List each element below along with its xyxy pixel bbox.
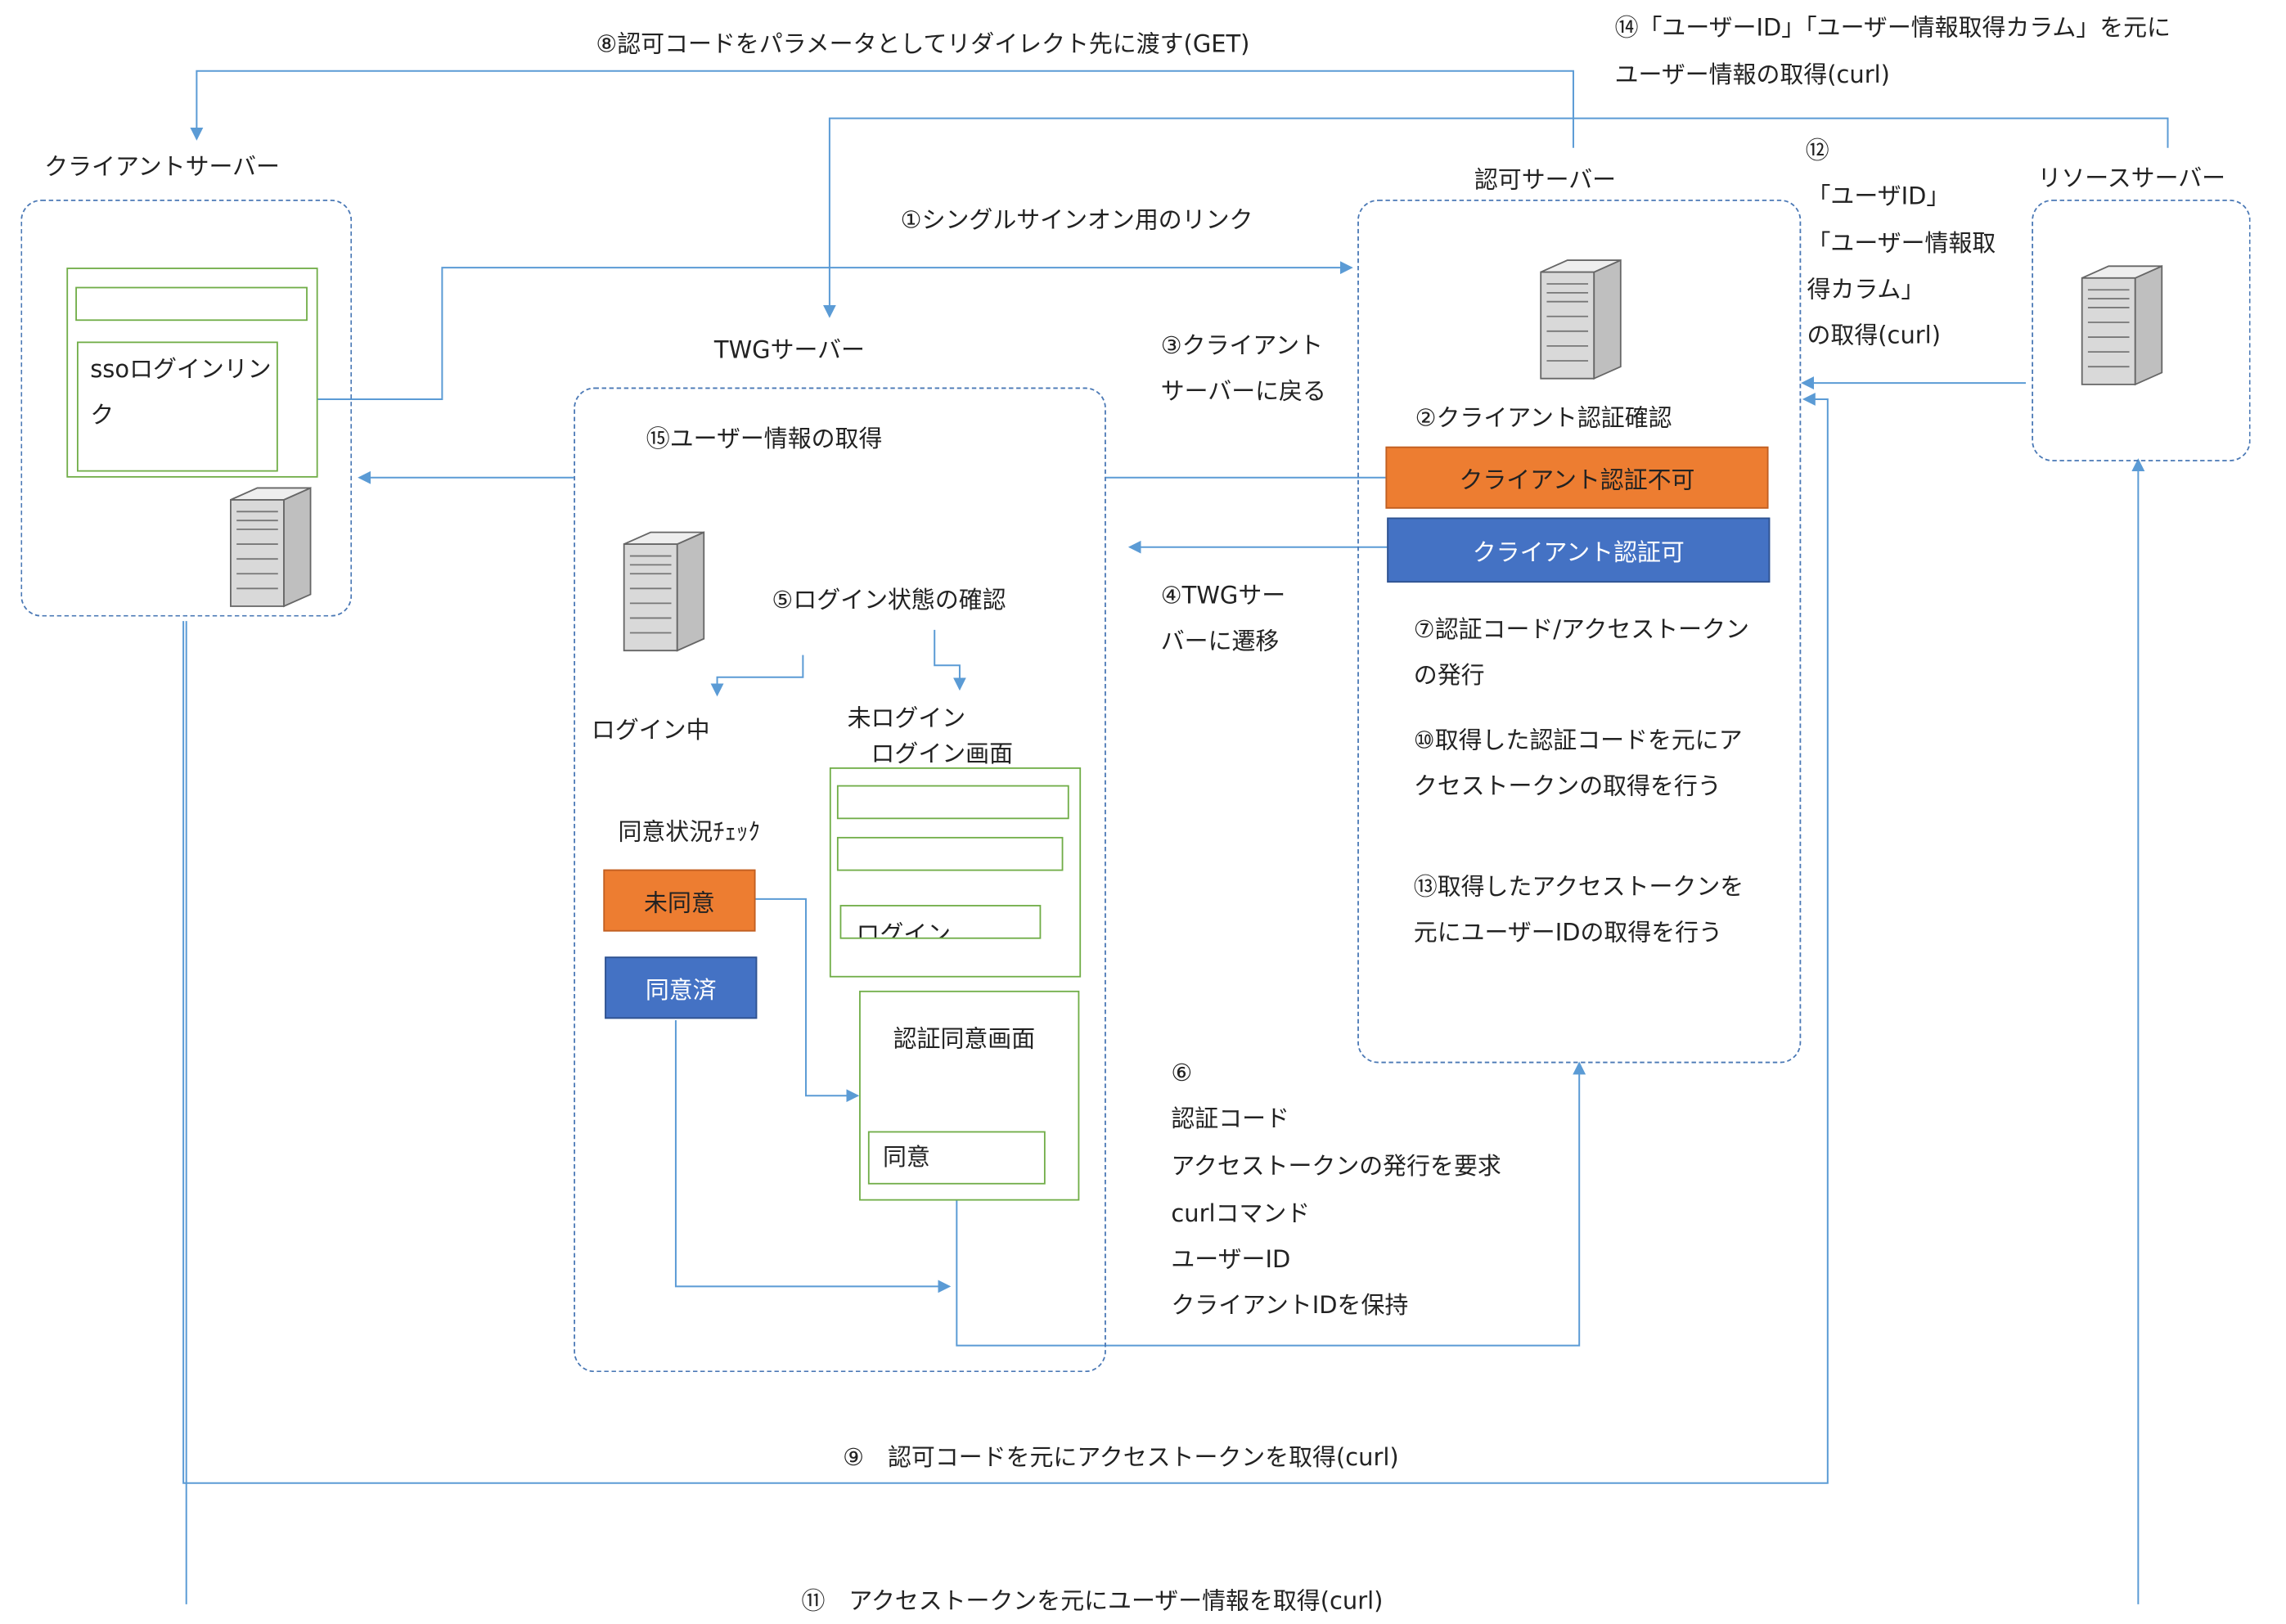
consent-check-label: 同意状況ﾁｪｯｸ [618, 817, 760, 846]
consented-box: 同意済 [605, 956, 758, 1019]
step12-line1: 「ユーザID」 [1807, 182, 1951, 210]
step3-label: ③クライアントサーバーに戻る [1160, 331, 1326, 406]
sso-flow-diagram: クライアントサーバー ssoログインリンク TWGサーバー ⑮ユーザー情報の取得… [0, 0, 2286, 1624]
login-button[interactable]: ログイン [839, 905, 1042, 939]
client-ui-input[interactable] [75, 286, 308, 322]
agree-button-label: 同意 [882, 1143, 930, 1172]
sso-login-link[interactable]: ssoログインリンク [90, 346, 273, 439]
client-server-title: クライアントサーバー [44, 152, 280, 181]
step12-line2: 「ユーザー情報取 [1807, 229, 1996, 258]
logged-in-label: ログイン中 [591, 715, 710, 745]
step2-label: ②クライアント認証確認 [1415, 403, 1672, 432]
step12-number: ⑫ [1805, 136, 1829, 164]
step13-label: ⑬取得したアクセストークンを元にユーザーIDの取得を行う [1413, 872, 1744, 947]
agree-button[interactable]: 同意 [867, 1131, 1046, 1185]
server-icon [1540, 259, 1622, 380]
login-button-label: ログイン [856, 920, 952, 939]
step15-label: ⑮ユーザー情報の取得 [646, 424, 883, 453]
step12-line4: の取得(curl) [1807, 321, 1941, 349]
step14-label-line1: ⑭「ユーザーID」「ユーザー情報取得カラム」を元に [1614, 13, 2171, 42]
step14-label-line2: ユーザー情報の取得(curl) [1614, 61, 1890, 89]
not-consented-box: 未同意 [603, 869, 756, 932]
step9-label: ⑨ 認可コードを元にアクセストークンを取得(curl) [843, 1442, 1399, 1472]
step6-line5: クライアントIDを保持 [1171, 1290, 1409, 1320]
auth-server-title: 認可サーバー [1474, 165, 1617, 194]
step5-label: ⑤ログイン状態の確認 [772, 585, 1006, 614]
server-icon [623, 531, 705, 652]
twg-server-title: TWGサーバー [713, 335, 865, 364]
step12-line3: 得カラム」 [1807, 275, 1925, 304]
step11-label: ⑪ アクセストークンを元にユーザー情報を取得(curl) [792, 1579, 1393, 1624]
server-icon [230, 487, 312, 608]
server-icon [2081, 264, 2163, 386]
arrow-step8 [190, 70, 1574, 148]
login-password-input[interactable] [836, 836, 1064, 871]
client-unauthorized-box: クライアント認証不可 [1385, 446, 1769, 509]
login-screen-label: ログイン画面 [871, 739, 1014, 767]
sso-login-link-box[interactable]: ssoログインリンク [76, 341, 278, 472]
step8-label: ⑧認可コードをパラメータとしてリダイレクト先に渡す(GET) [596, 29, 1250, 58]
step6-line1: 認証コード [1171, 1104, 1289, 1133]
step6-number: ⑥ [1171, 1059, 1193, 1087]
consent-screen-label: 認証同意画面 [893, 1024, 1036, 1053]
step7-label: ⑦認証コード/アクセストークンの発行 [1413, 614, 1749, 690]
login-id-input[interactable] [836, 785, 1069, 820]
client-authorized-box: クライアント認証可 [1387, 517, 1771, 583]
step6-line4: ユーザーID [1171, 1244, 1291, 1274]
resource-server-title: リソースサーバー [2037, 164, 2226, 192]
step10-label: ⑩取得した認証コードを元にアクセストークンの取得を行う [1413, 726, 1743, 801]
step1-label: ①シングルサインオン用のリンク [900, 205, 1253, 234]
step6-line3: curlコマンド [1171, 1199, 1311, 1228]
step6-line2: アクセストークンの発行を要求 [1171, 1151, 1501, 1181]
step4-label: ④TWGサーバーに遷移 [1160, 581, 1286, 655]
